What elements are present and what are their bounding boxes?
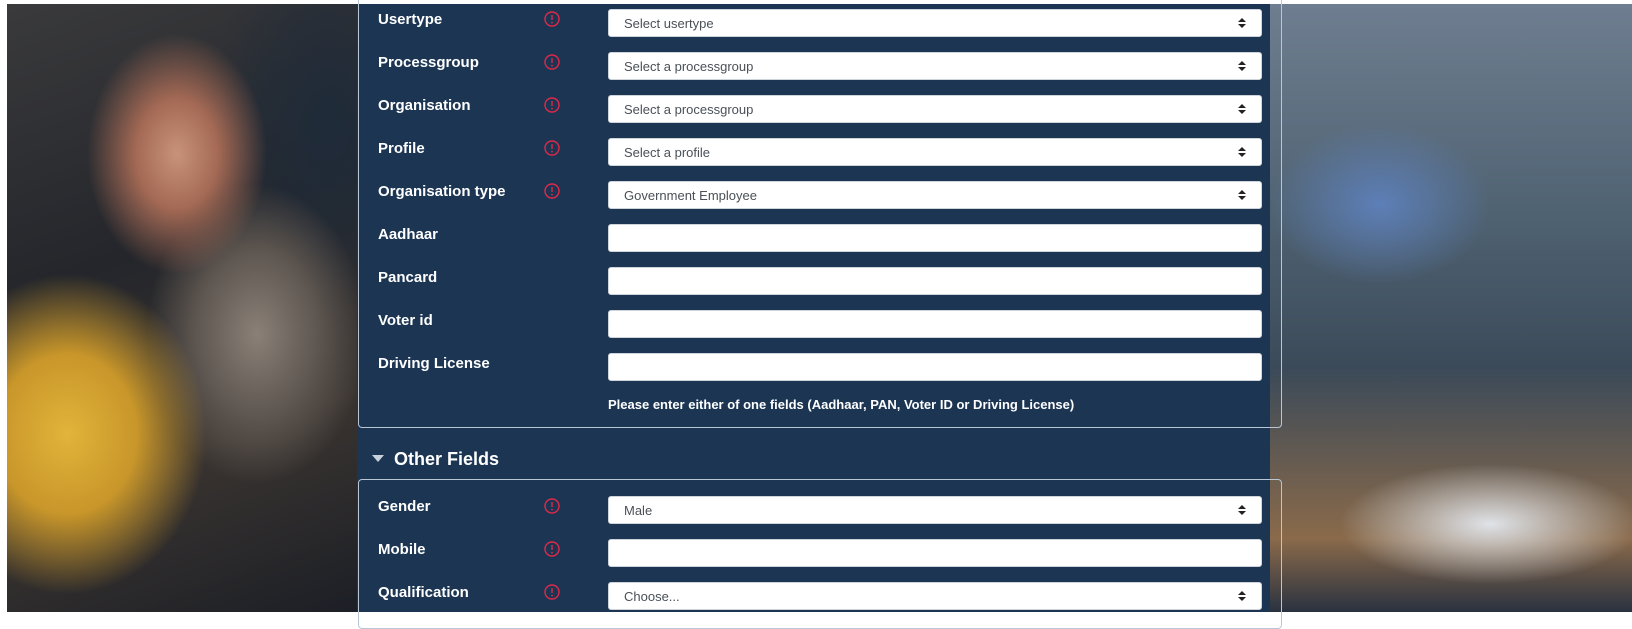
form-row-usertype: Usertype Select usertype — [0, 4, 1632, 37]
form-row-mobile: Mobile — [0, 534, 1632, 567]
field-label: Processgroup — [378, 54, 479, 71]
field-label: Mobile — [378, 541, 426, 558]
form-row-organisation: Organisation Select a processgroup — [0, 90, 1632, 123]
form-row-driving-license: Driving License — [0, 348, 1632, 381]
identity-help-text: Please enter either of one fields (Aadha… — [608, 397, 1075, 412]
form-row-voter-id: Voter id — [0, 305, 1632, 338]
select-value: Select a processgroup — [624, 102, 754, 117]
sort-arrows-icon — [1238, 147, 1246, 157]
select-value: Choose... — [624, 589, 680, 604]
exclamation-circle-icon — [544, 140, 560, 156]
field-label: Driving License — [378, 355, 490, 372]
field-label: Gender — [378, 498, 431, 515]
organisation-select[interactable]: Select a processgroup — [608, 95, 1262, 123]
sort-arrows-icon — [1238, 18, 1246, 28]
exclamation-circle-icon — [544, 54, 560, 70]
mobile-input[interactable] — [608, 539, 1262, 567]
exclamation-circle-icon — [544, 498, 560, 514]
select-value: Male — [624, 503, 653, 518]
field-label: Profile — [378, 140, 425, 157]
select-value: Select usertype — [624, 16, 714, 31]
pancard-input[interactable] — [608, 267, 1262, 295]
sort-arrows-icon — [1238, 104, 1246, 114]
field-label: Aadhaar — [378, 226, 439, 243]
processgroup-select[interactable]: Select a processgroup — [608, 52, 1262, 80]
exclamation-circle-icon — [544, 541, 560, 557]
profile-select[interactable]: Select a profile — [608, 138, 1262, 166]
field-label: Usertype — [378, 11, 443, 28]
form-row-gender: Gender Male — [0, 491, 1632, 524]
section-title: Other Fields — [394, 448, 500, 469]
sort-arrows-icon — [1238, 61, 1246, 71]
aadhaar-input[interactable] — [608, 224, 1262, 252]
exclamation-circle-icon — [544, 11, 560, 27]
form-row-aadhaar: Aadhaar — [0, 219, 1632, 252]
exclamation-circle-icon — [544, 183, 560, 199]
select-value: Select a profile — [624, 145, 710, 160]
sort-arrows-icon — [1238, 591, 1246, 601]
form-row-processgroup: Processgroup Select a processgroup — [0, 47, 1632, 80]
exclamation-circle-icon — [544, 97, 560, 113]
field-label: Voter id — [378, 312, 433, 329]
other-fields-toggle[interactable]: Other Fields — [372, 447, 499, 471]
select-value: Government Employee — [624, 188, 757, 203]
gender-select[interactable]: Male — [608, 496, 1262, 524]
form-row-pancard: Pancard — [0, 262, 1632, 295]
voter-id-input[interactable] — [608, 310, 1262, 338]
caret-down-icon — [372, 455, 384, 462]
select-value: Select a processgroup — [624, 59, 754, 74]
organisation-type-select[interactable]: Government Employee — [608, 181, 1262, 209]
form-row-profile: Profile Select a profile — [0, 133, 1632, 166]
form-row-qualification: Qualification Choose... — [0, 577, 1632, 610]
field-label: Organisation — [378, 97, 471, 114]
qualification-select[interactable]: Choose... — [608, 582, 1262, 610]
field-label: Pancard — [378, 269, 438, 286]
sort-arrows-icon — [1238, 190, 1246, 200]
driving-license-input[interactable] — [608, 353, 1262, 381]
field-label: Qualification — [378, 584, 469, 601]
usertype-select[interactable]: Select usertype — [608, 9, 1262, 37]
field-label: Organisation type — [378, 183, 506, 200]
exclamation-circle-icon — [544, 584, 560, 600]
sort-arrows-icon — [1238, 505, 1246, 515]
form-row-organisation-type: Organisation type Government Employee — [0, 176, 1632, 209]
